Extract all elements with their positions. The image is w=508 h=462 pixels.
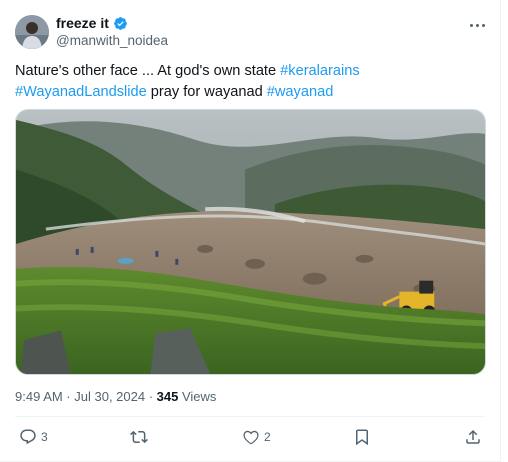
bookmark-button[interactable] (353, 428, 371, 446)
reply-button[interactable]: 3 (19, 428, 48, 446)
action-bar: 3 2 (0, 428, 501, 448)
reply-count: 3 (41, 430, 48, 444)
avatar[interactable] (15, 15, 49, 49)
like-button[interactable]: 2 (242, 428, 271, 446)
verified-badge-icon (113, 16, 128, 31)
like-count: 2 (264, 430, 271, 444)
tweet-text-segment: Nature's other face ... At god's own sta… (15, 63, 281, 79)
author-display-name[interactable]: freeze it (56, 15, 109, 32)
retweet-icon (130, 430, 148, 444)
tweet-meta: 9:49 AM · Jul 30, 2024 · 345 Views (15, 389, 216, 405)
heart-icon (243, 430, 259, 445)
share-icon (466, 429, 480, 444)
views-count: 345 (156, 389, 179, 404)
tweet-card: freeze it @manwith_noidea Nature's other… (0, 0, 501, 462)
timestamp[interactable]: 9:49 AM · Jul 30, 2024 · (15, 389, 157, 404)
landslide-photo (16, 110, 485, 374)
views-label: Views (178, 389, 217, 404)
author-handle[interactable]: @manwith_noidea (56, 33, 168, 49)
bookmark-icon (356, 429, 368, 446)
dot (481, 23, 485, 27)
tweet-text-segment: pray for wayanad (146, 84, 267, 100)
tweet-media-image[interactable] (15, 109, 486, 375)
share-button[interactable] (464, 428, 482, 446)
reply-icon (20, 429, 36, 445)
dot (469, 23, 473, 27)
hashtag-link[interactable]: #WayanadLandslide (15, 84, 147, 100)
dot (475, 23, 479, 27)
tweet-text: Nature's other face ... At god's own sta… (15, 61, 485, 103)
hashtag-link[interactable]: #keralarains (280, 63, 360, 79)
more-options-icon[interactable] (466, 18, 488, 32)
hashtag-link[interactable]: #wayanad (267, 84, 334, 100)
author-name-row[interactable]: freeze it (56, 15, 128, 32)
retweet-button[interactable] (130, 428, 152, 446)
divider (15, 416, 484, 417)
